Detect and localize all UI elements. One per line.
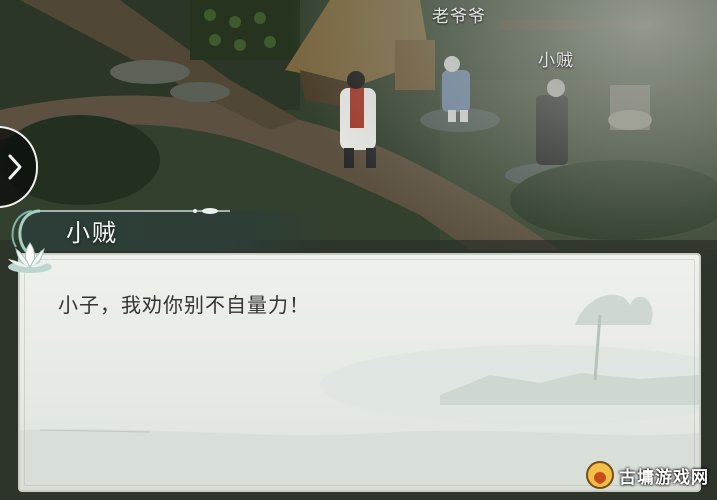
dialog-text: 小子，我劝你别不自量力！ <box>58 293 310 317</box>
speaker-name: 小贼 <box>66 219 118 247</box>
chevron-right-icon <box>8 154 22 180</box>
watermark: 古墉游戏网 <box>585 456 711 494</box>
lotus-icon <box>8 242 52 273</box>
watermark-logo-icon <box>586 461 614 489</box>
npc-name-grandpa: 老爷爷 <box>432 7 486 27</box>
watermark-text: 古墉游戏网 <box>619 467 709 488</box>
npc-name-thief: 小贼 <box>538 51 574 71</box>
